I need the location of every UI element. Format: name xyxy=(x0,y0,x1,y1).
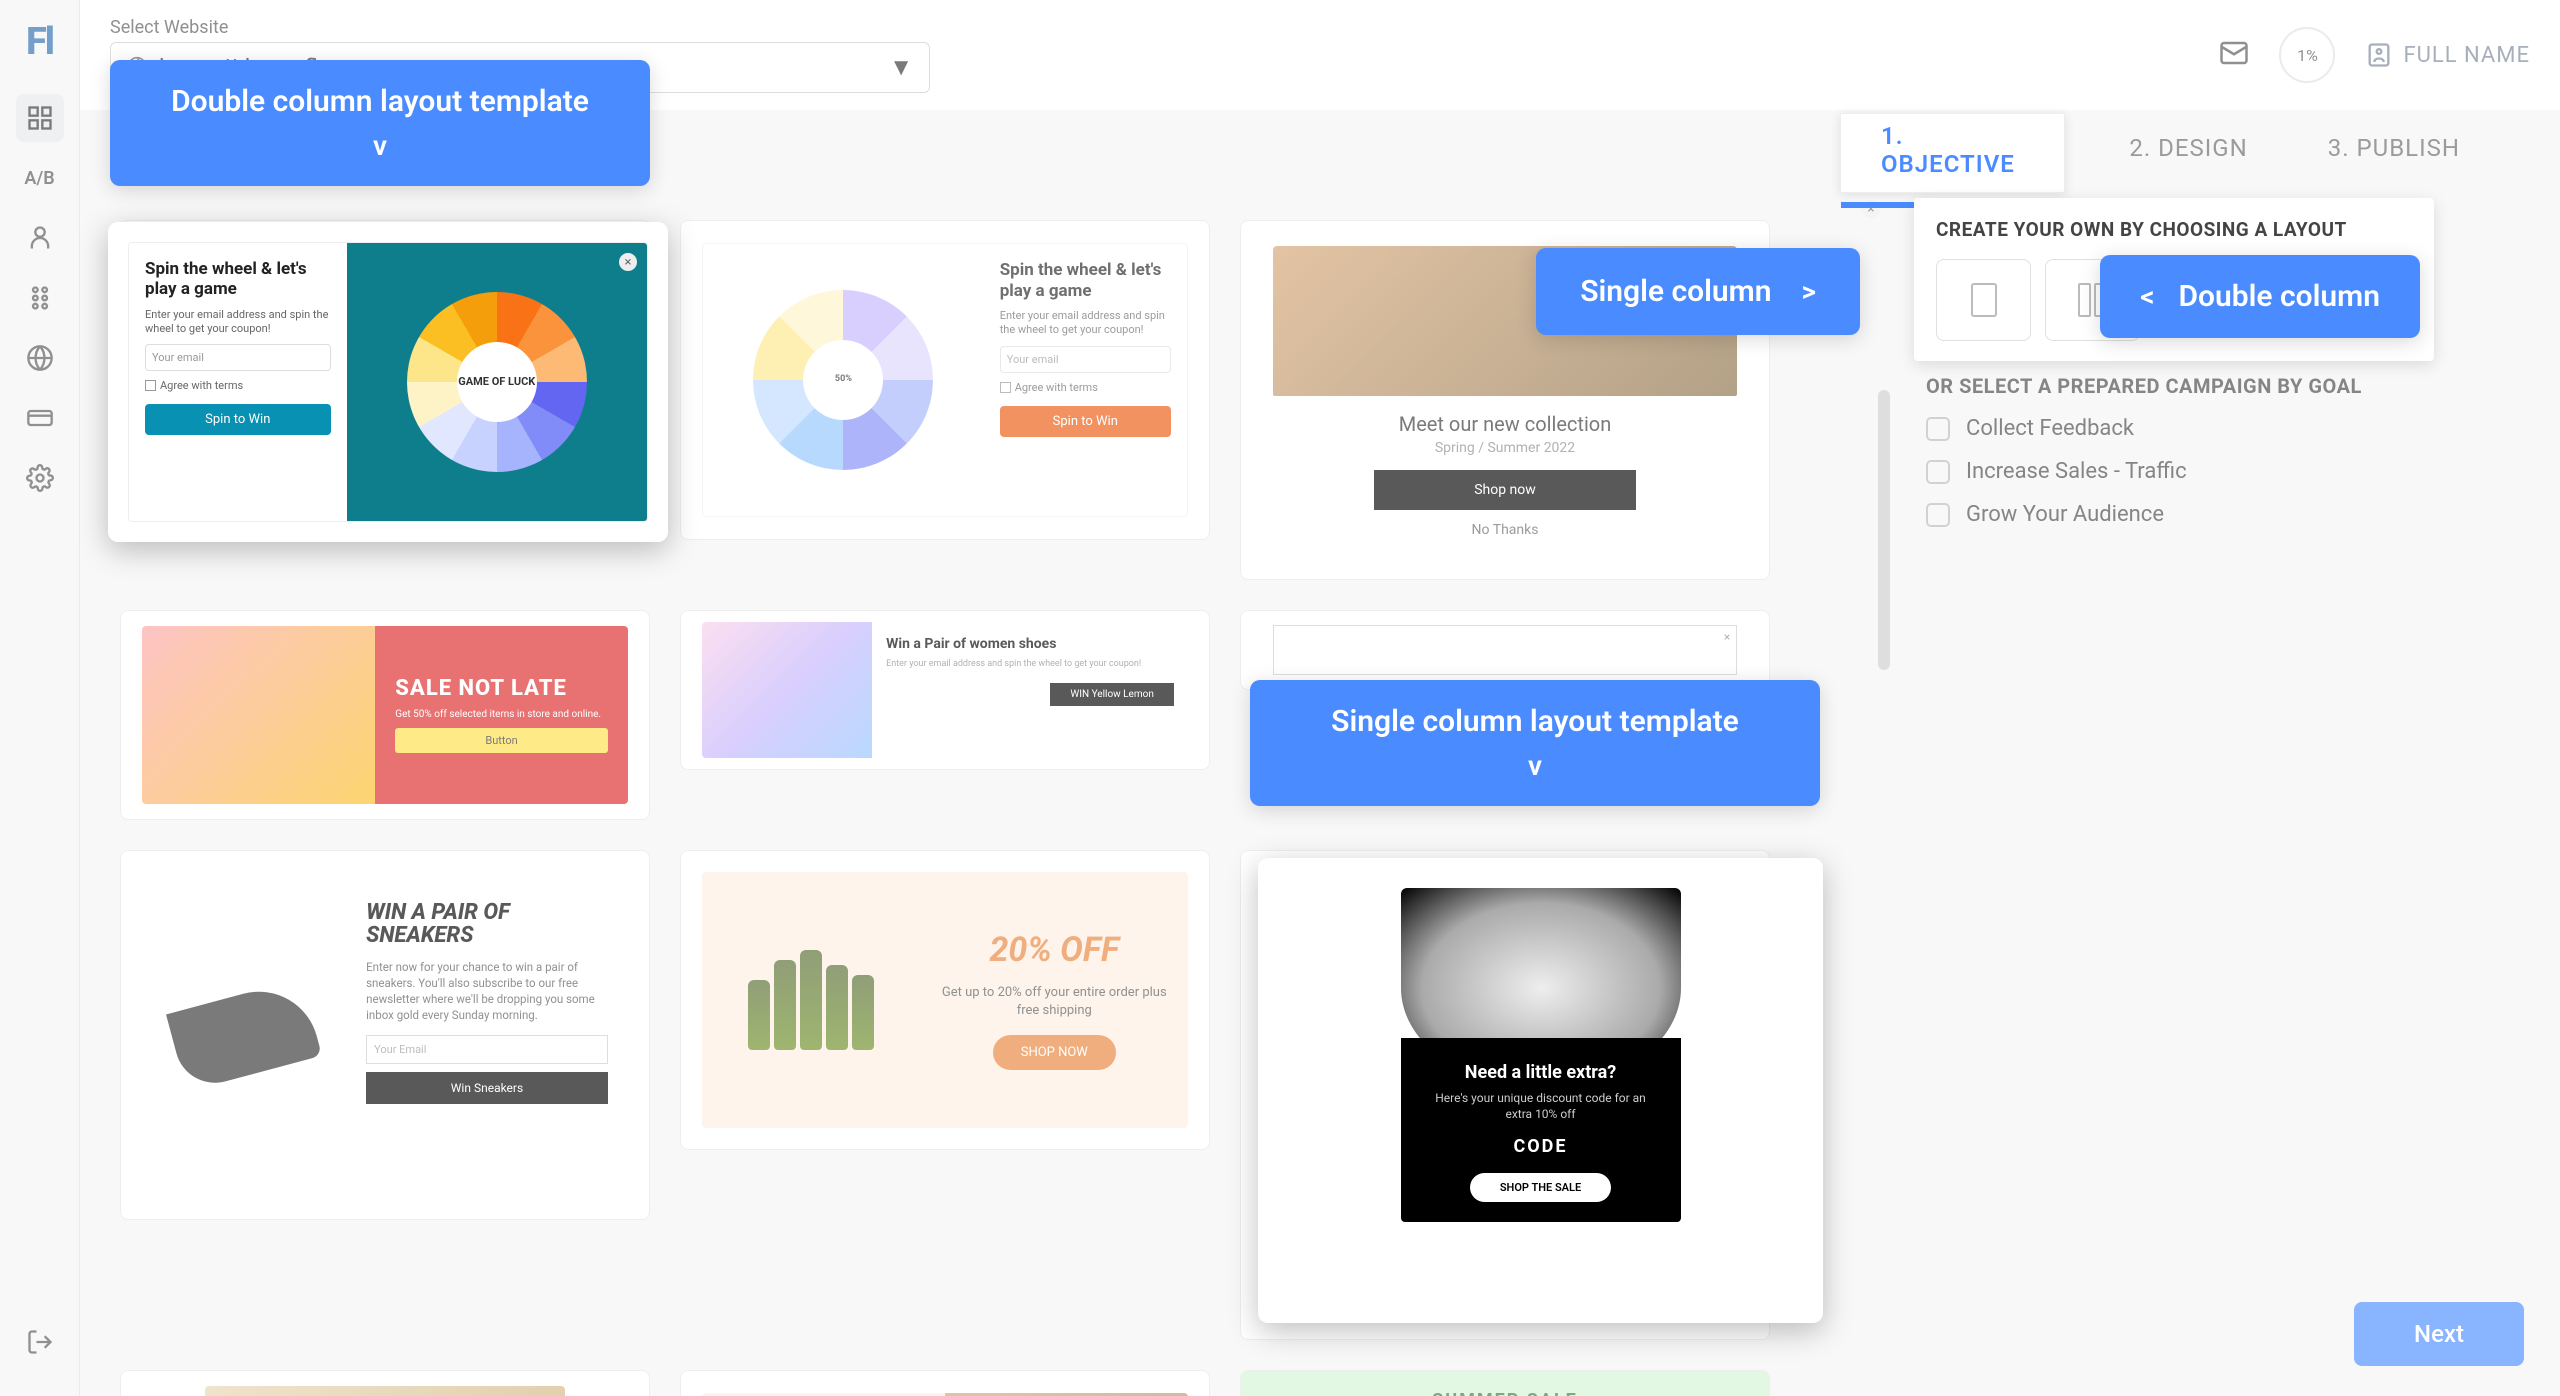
next-button[interactable]: Next xyxy=(2354,1302,2524,1366)
highlight-template-single[interactable]: Need a little extra? Here's your unique … xyxy=(1258,858,1823,1323)
tab-design[interactable]: 2. DESIGN xyxy=(2129,114,2247,186)
layout-single-column[interactable] xyxy=(1936,259,2031,341)
callout-double-template: Double column layout template v xyxy=(110,60,650,186)
thumb-image xyxy=(205,1386,565,1396)
chevron-down-icon: v xyxy=(150,129,610,162)
nav-settings-icon[interactable] xyxy=(16,454,64,502)
nav-logout-icon[interactable] xyxy=(16,1318,64,1366)
app-logo: Fl xyxy=(26,20,53,64)
chevron-down-icon: v xyxy=(1290,749,1780,782)
nav-ab-test-icon[interactable]: A/B xyxy=(16,154,64,202)
scrollbar[interactable] xyxy=(1878,390,1890,670)
template-earrings[interactable] xyxy=(120,1370,650,1396)
thumb-image xyxy=(702,622,872,758)
callout-single-template: Single column layout template v xyxy=(1250,680,1820,806)
callout-double-column: < Double column xyxy=(2100,255,2420,338)
thumb-image xyxy=(166,978,322,1092)
goals-heading: OR SELECT A PREPARED CAMPAIGN BY GOAL xyxy=(1926,374,2524,398)
thumb-image xyxy=(142,626,375,805)
chevron-left-icon: < xyxy=(2140,280,2154,313)
template-sale-not-late[interactable]: SALE NOT LATE Get 50% off selected items… xyxy=(120,610,650,820)
thumb-image xyxy=(702,940,921,1060)
template-women-shoes[interactable]: Win a Pair of women shoes Enter your ema… xyxy=(680,610,1210,770)
template-collection-2[interactable]: Meet our new collection × xyxy=(1240,610,1770,690)
close-icon: × xyxy=(1724,630,1730,644)
close-icon: × xyxy=(619,253,637,271)
tab-publish[interactable]: 3. PUBLISH xyxy=(2328,114,2460,186)
website-label: Select Website xyxy=(110,17,930,38)
left-sidebar: Fl A/B xyxy=(0,0,80,1396)
goal-grow-audience[interactable]: Grow Your Audience xyxy=(1926,502,2524,527)
template-survey[interactable]: We'd love to know more about you! What j… xyxy=(680,1370,1210,1396)
goal-collect-feedback[interactable]: Collect Feedback xyxy=(1926,416,2524,441)
nav-campaigns-icon[interactable] xyxy=(16,94,64,142)
caret-down-icon[interactable]: ▼ xyxy=(889,53,913,82)
nav-segments-icon[interactable] xyxy=(16,274,64,322)
highlight-template-double[interactable]: Spin the wheel & let's play a game Enter… xyxy=(108,222,668,542)
right-panel: CREATE YOUR OWN BY CHOOSING A LAYOUT OR … xyxy=(1890,190,2560,1396)
template-sneakers[interactable]: WIN A PAIR OF SNEAKERS Enter now for you… xyxy=(120,850,650,1220)
user-icon xyxy=(2365,41,2393,69)
progress-indicator[interactable]: 1% xyxy=(2279,27,2335,83)
user-menu[interactable]: FULL NAME xyxy=(2365,41,2530,69)
template-spin-wheel-pastel[interactable]: 50% Spin the wheel & let's play a game E… xyxy=(680,220,1210,540)
nav-globe-icon[interactable] xyxy=(16,334,64,382)
chevron-right-icon: > xyxy=(1801,275,1816,308)
template-summer-sale[interactable]: SUMMER SALE xyxy=(1240,1370,1770,1396)
nav-billing-icon[interactable] xyxy=(16,394,64,442)
template-20-off[interactable]: 20% OFF Get up to 20% off your entire or… xyxy=(680,850,1210,1150)
nav-audience-icon[interactable] xyxy=(16,214,64,262)
goal-increase-sales[interactable]: Increase Sales - Traffic xyxy=(1926,459,2524,484)
mail-icon[interactable] xyxy=(2219,38,2249,72)
callout-single-column: Single column > xyxy=(1536,248,1860,335)
highlight-tab-objective[interactable]: 1. OBJECTIVE xyxy=(1840,113,2065,193)
